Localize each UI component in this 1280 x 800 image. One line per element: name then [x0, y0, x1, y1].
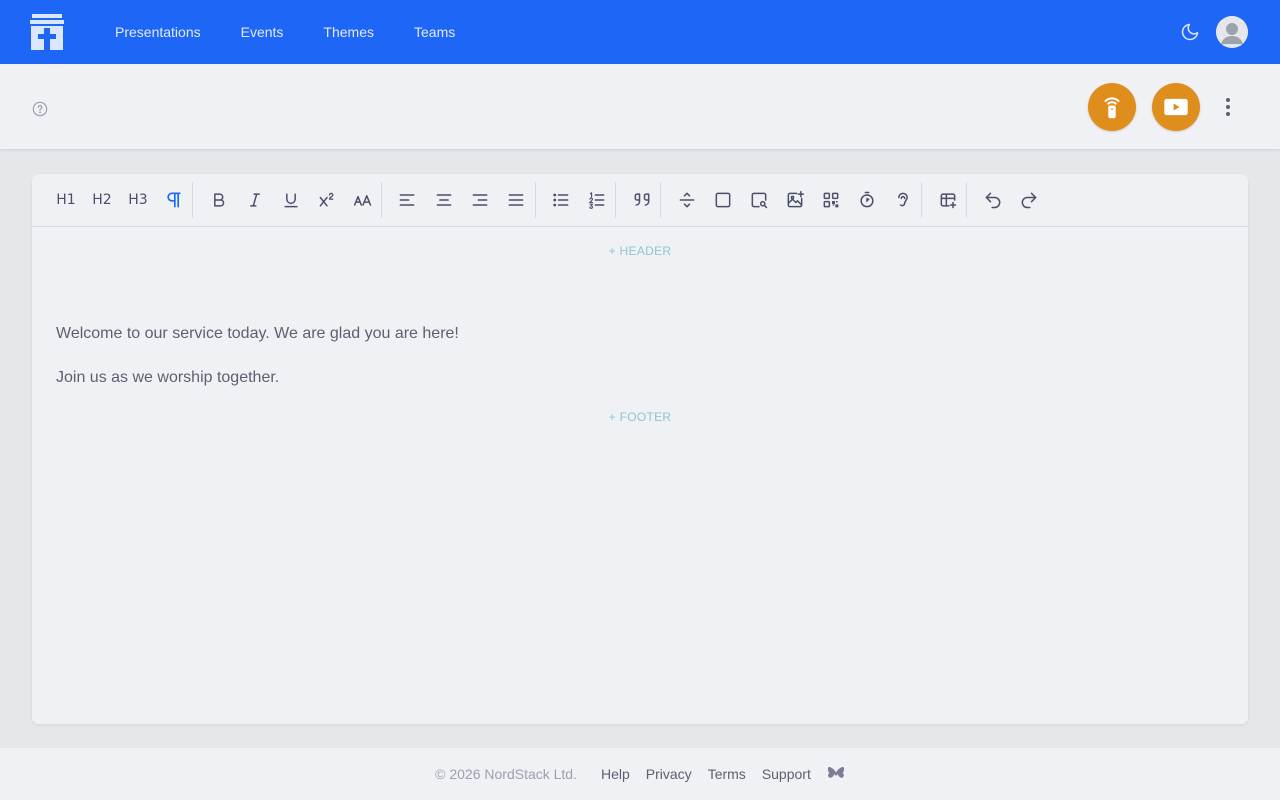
avatar[interactable]: [1216, 16, 1248, 48]
table-add-icon: [940, 193, 957, 209]
main-nav: Presentations Events Themes Teams: [115, 0, 455, 64]
square-icon: [715, 192, 731, 208]
text-size-icon: [353, 195, 372, 206]
divider-button[interactable]: [675, 188, 699, 212]
top-navbar: Presentations Events Themes Teams: [0, 0, 1280, 64]
add-footer-link[interactable]: + FOOTER: [32, 410, 1248, 424]
bullet-list-icon: [553, 193, 569, 207]
moon-icon[interactable]: [1180, 22, 1200, 42]
editor-toolbar: H1 H2 H3: [32, 174, 1248, 227]
italic-button[interactable]: [243, 188, 267, 212]
help-icon[interactable]: [32, 101, 48, 117]
italic-icon: [250, 193, 260, 207]
align-right-icon: [472, 194, 488, 206]
hearing-button[interactable]: [891, 188, 915, 212]
ear-icon: [898, 192, 908, 207]
paragraph-join[interactable]: Join us as we worship together.: [56, 369, 279, 387]
quote-icon: [634, 193, 650, 206]
align-right-button[interactable]: [468, 188, 492, 212]
ordered-list-icon: [588, 191, 605, 209]
undo-button[interactable]: [981, 188, 1005, 212]
align-center-button[interactable]: [432, 188, 456, 212]
undo-icon: [985, 192, 1001, 209]
footer-support-link[interactable]: Support: [762, 766, 811, 782]
nav-events[interactable]: Events: [241, 24, 284, 40]
present-button[interactable]: [1152, 83, 1200, 131]
redo-button[interactable]: [1017, 188, 1041, 212]
heading-2-label: H2: [92, 192, 112, 208]
nav-themes[interactable]: Themes: [323, 24, 374, 40]
superscript-icon: [319, 192, 334, 207]
pilcrow-icon: [167, 192, 181, 208]
insert-table-button[interactable]: [936, 188, 960, 212]
remote-control-button[interactable]: [1088, 83, 1136, 131]
footer-privacy-link[interactable]: Privacy: [646, 766, 692, 782]
align-justify-button[interactable]: [504, 188, 528, 212]
heading-1-label: H1: [56, 192, 76, 208]
quote-button[interactable]: [630, 188, 654, 212]
stopwatch-icon: [860, 191, 874, 208]
text-size-button[interactable]: [351, 188, 375, 212]
heading-3-label: H3: [128, 192, 148, 208]
remote-icon: [1104, 97, 1120, 119]
footer-help-link[interactable]: Help: [601, 766, 630, 782]
logo-icon[interactable]: [30, 14, 64, 50]
more-vertical-icon[interactable]: [1218, 95, 1238, 119]
paragraph-welcome[interactable]: Welcome to our service today. We are gla…: [56, 325, 459, 343]
divider-icon: [679, 192, 695, 208]
qr-code-icon: [823, 192, 839, 208]
footer-terms-link[interactable]: Terms: [708, 766, 746, 782]
slide-search-icon: [751, 192, 768, 209]
image-button[interactable]: [783, 188, 807, 212]
qr-code-button[interactable]: [819, 188, 843, 212]
image-add-icon: [787, 190, 805, 208]
slide-preview-button[interactable]: [747, 188, 771, 212]
underline-button[interactable]: [279, 188, 303, 212]
ordered-list-button[interactable]: [585, 188, 609, 212]
heading-1-button[interactable]: H1: [54, 188, 78, 212]
bullet-list-button[interactable]: [549, 188, 573, 212]
bold-icon: [214, 193, 225, 207]
align-center-icon: [436, 194, 452, 206]
bold-button[interactable]: [207, 188, 231, 212]
sub-header: [0, 64, 1280, 150]
add-header-link[interactable]: + HEADER: [32, 244, 1248, 258]
redo-icon: [1021, 192, 1037, 209]
box-button[interactable]: [711, 188, 735, 212]
heading-2-button[interactable]: H2: [90, 188, 114, 212]
butterfly-icon[interactable]: [827, 766, 845, 782]
underline-icon: [284, 193, 298, 208]
superscript-button[interactable]: [315, 188, 339, 212]
align-left-icon: [399, 194, 415, 206]
align-justify-icon: [508, 194, 524, 206]
heading-3-button[interactable]: H3: [126, 188, 150, 212]
nav-teams[interactable]: Teams: [414, 24, 455, 40]
timer-button[interactable]: [855, 188, 879, 212]
nav-presentations[interactable]: Presentations: [115, 24, 201, 40]
paragraph-button[interactable]: [162, 188, 186, 212]
play-icon: [1164, 98, 1188, 116]
page-footer: © 2026 NordStack Ltd. Help Privacy Terms…: [0, 748, 1280, 800]
copyright-text: © 2026 NordStack Ltd.: [435, 766, 577, 782]
align-left-button[interactable]: [395, 188, 419, 212]
editor-card: H1 H2 H3 + HEADER Welcome to our service…: [32, 174, 1248, 724]
